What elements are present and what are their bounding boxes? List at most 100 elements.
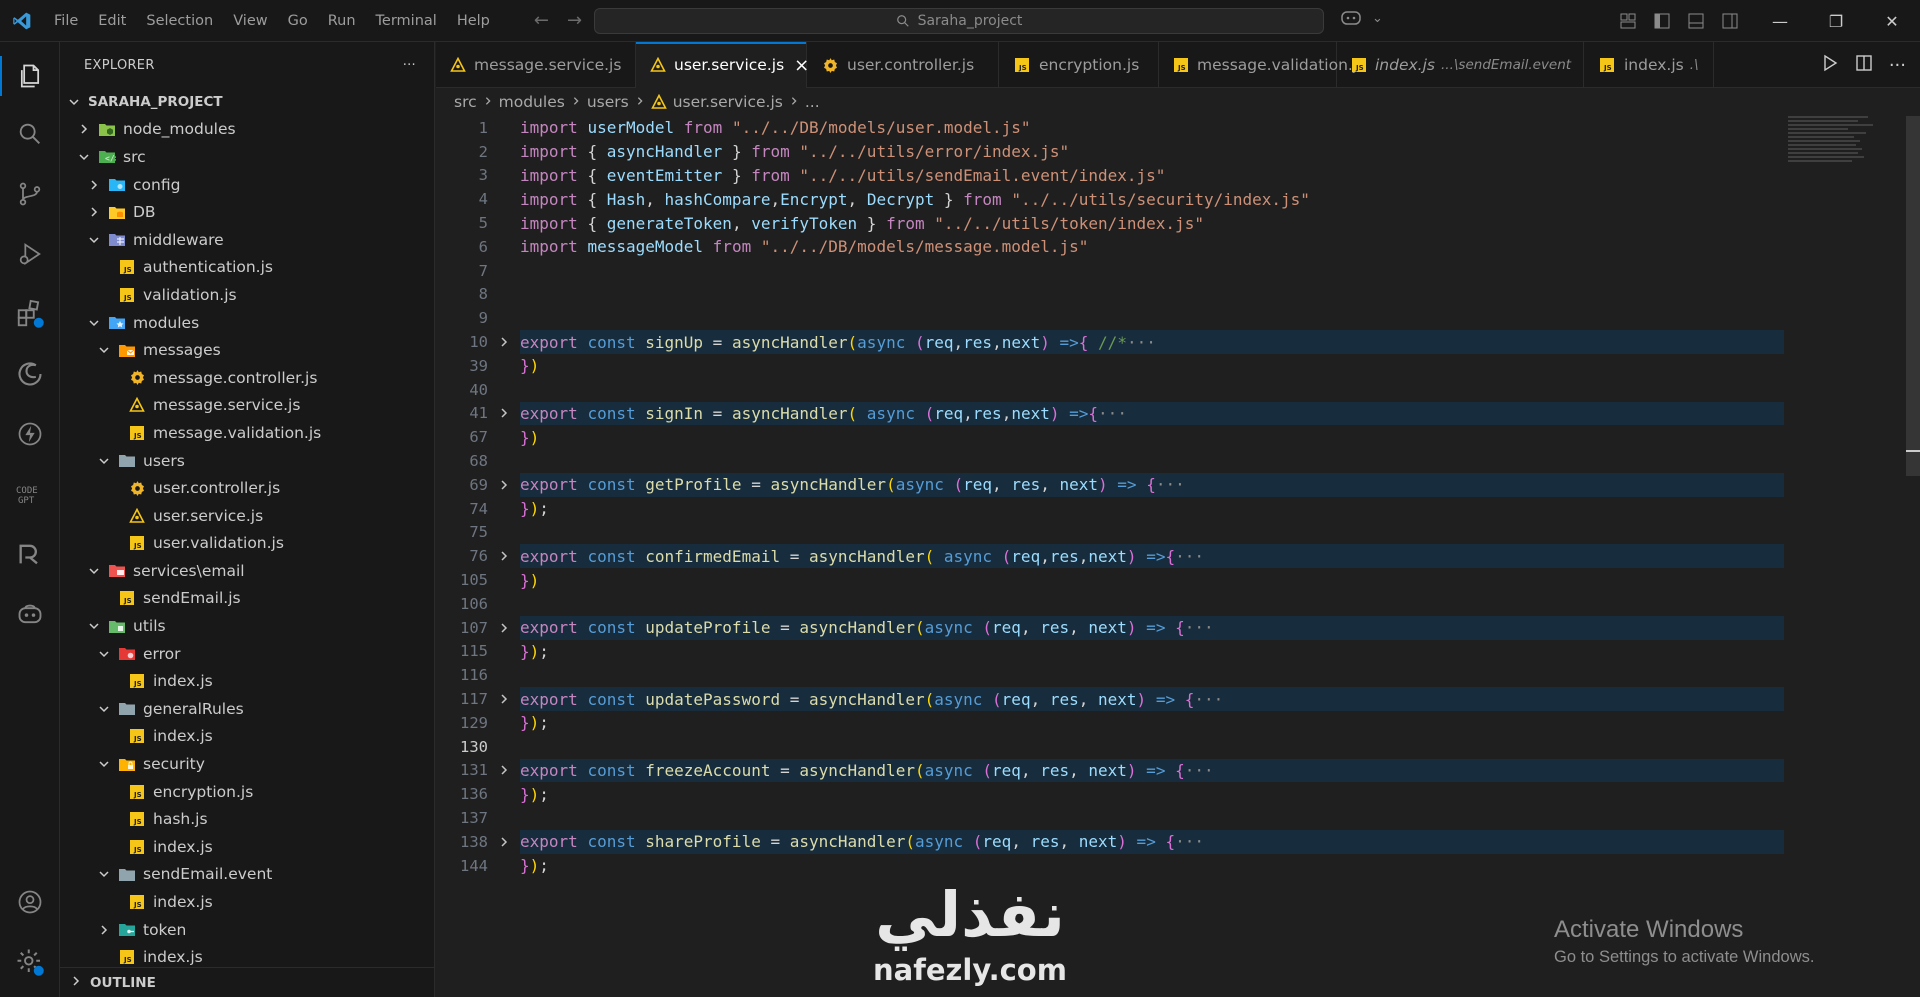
tree-item[interactable]: JS index.js — [60, 667, 435, 695]
extensions-icon[interactable] — [0, 286, 60, 342]
activate-subtitle: Go to Settings to activate Windows. — [1554, 948, 1815, 966]
tree-item[interactable]: user.service.js — [60, 502, 435, 530]
menu-terminal[interactable]: Terminal — [366, 0, 447, 42]
tree-item[interactable]: JS user.validation.js — [60, 530, 435, 558]
menu-view[interactable]: View — [223, 0, 277, 42]
menu-edit[interactable]: Edit — [88, 0, 136, 42]
menu-help[interactable]: Help — [447, 0, 500, 42]
source-control-icon[interactable] — [0, 166, 60, 222]
more-actions-icon[interactable]: ··· — [1889, 55, 1906, 76]
outline-section[interactable]: OUTLINE — [60, 967, 435, 997]
editor-tab[interactable]: JS encryption.js — [999, 42, 1159, 88]
tree-item[interactable]: token — [60, 916, 435, 944]
rapid-api-icon[interactable] — [0, 526, 60, 582]
tree-item[interactable]: JS index.js — [60, 723, 435, 751]
copilot-button[interactable]: ⌄ — [1340, 9, 1383, 27]
editor-tab[interactable]: user.service.js × — [636, 42, 809, 88]
code-token: => — [1136, 618, 1176, 638]
fold-chevron-right-icon[interactable] — [488, 764, 520, 776]
editor-tab[interactable]: JS message.validation.js — [1159, 42, 1365, 88]
fold-chevron-right-icon[interactable] — [488, 550, 520, 562]
minimize-icon[interactable]: — — [1752, 0, 1808, 42]
fold-chevron-right-icon[interactable] — [488, 622, 520, 634]
minimap[interactable] — [1788, 116, 1888, 196]
tree-item[interactable]: utils — [60, 612, 435, 640]
tree-item[interactable]: node_modules — [60, 116, 435, 144]
code-token: from — [963, 189, 1012, 209]
codegpt-icon[interactable]: CODE GPT — [0, 466, 60, 522]
tree-item[interactable]: security — [60, 750, 435, 778]
fold-chevron-right-icon[interactable] — [488, 407, 520, 419]
command-center-search[interactable]: Saraha_project — [594, 8, 1324, 34]
more-actions-icon[interactable]: ··· — [403, 58, 416, 73]
tree-item[interactable]: JS encryption.js — [60, 778, 435, 806]
tree-item[interactable]: messages — [60, 336, 435, 364]
tree-item[interactable]: sendEmail.event — [60, 861, 435, 889]
code-editor[interactable]: 1 import userModel from "../../DB/models/… — [436, 116, 1920, 878]
edge-devtools-icon[interactable] — [0, 346, 60, 402]
tree-item[interactable]: JS index.js — [60, 888, 435, 916]
tree-item[interactable]: message.service.js — [60, 392, 435, 420]
tree-item[interactable]: DB — [60, 198, 435, 226]
tree-item[interactable]: modules — [60, 309, 435, 337]
tree-item[interactable]: </> src — [60, 143, 435, 171]
editor-tab[interactable]: user.controller.js — [807, 42, 999, 88]
tree-item[interactable]: middleware — [60, 226, 435, 254]
breadcrumb-item[interactable]: users — [587, 93, 629, 111]
fold-chevron-right-icon[interactable] — [488, 693, 520, 705]
run-debug-icon[interactable] — [0, 226, 60, 282]
breadcrumb-item[interactable]: src — [454, 93, 477, 111]
manage-gear-icon[interactable] — [0, 934, 60, 990]
fold-chevron-right-icon[interactable] — [488, 479, 520, 491]
scrollbar-thumb[interactable] — [1906, 116, 1920, 476]
tree-item[interactable]: JS validation.js — [60, 281, 435, 309]
line-number: 106 — [460, 594, 488, 613]
thunder-client-icon[interactable] — [0, 406, 60, 462]
tree-item[interactable]: user.controller.js — [60, 474, 435, 502]
tree-item[interactable]: services\email — [60, 557, 435, 585]
copilot-chat-icon[interactable] — [0, 586, 60, 642]
editor-tab[interactable]: JS index.js .\ — [1584, 42, 1714, 88]
chevron-down-icon[interactable]: ⌄ — [1372, 11, 1383, 26]
tree-item[interactable]: message.controller.js — [60, 364, 435, 392]
toggle-secondary-sidebar-icon[interactable] — [1720, 11, 1740, 31]
vertical-scrollbar[interactable] — [1906, 116, 1920, 997]
fold-chevron-right-icon[interactable] — [488, 836, 520, 848]
tree-item[interactable]: error — [60, 640, 435, 668]
tree-item[interactable]: JS hash.js — [60, 805, 435, 833]
editor-tab[interactable]: JS index.js ...\sendEmail.event — [1337, 42, 1584, 88]
toggle-panel-icon[interactable] — [1686, 11, 1706, 31]
breadcrumb-item[interactable]: modules — [499, 93, 565, 111]
tree-item[interactable]: users — [60, 447, 435, 475]
toggle-primary-sidebar-icon[interactable] — [1652, 11, 1672, 31]
accounts-icon[interactable] — [0, 874, 60, 930]
customize-layout-icon[interactable] — [1618, 11, 1638, 31]
fold-chevron-right-icon[interactable] — [488, 336, 520, 348]
svg-text:JS: JS — [123, 597, 132, 605]
tree-item[interactable]: JS index.js — [60, 833, 435, 861]
tree-item[interactable]: JS authentication.js — [60, 254, 435, 282]
menu-go[interactable]: Go — [278, 0, 318, 42]
close-window-icon[interactable]: ✕ — [1864, 0, 1920, 42]
breadcrumb-item[interactable]: user.service.js — [673, 93, 783, 111]
breadcrumb-item[interactable]: ... — [805, 93, 820, 111]
menu-selection[interactable]: Selection — [136, 0, 223, 42]
project-root[interactable]: SARAHA_PROJECT — [60, 88, 435, 116]
menu-file[interactable]: File — [44, 0, 88, 42]
editor-tab[interactable]: message.service.js — [436, 42, 636, 88]
explorer-icon[interactable] — [0, 48, 60, 104]
restore-icon[interactable]: ❐ — [1808, 0, 1864, 42]
menu-run[interactable]: Run — [318, 0, 366, 42]
run-icon[interactable] — [1821, 54, 1839, 77]
forward-arrow-icon[interactable]: → — [567, 10, 582, 31]
tree-item[interactable]: config — [60, 171, 435, 199]
tree-item[interactable]: generalRules — [60, 695, 435, 723]
tree-item[interactable]: JS message.validation.js — [60, 419, 435, 447]
split-editor-icon[interactable] — [1855, 54, 1873, 77]
back-arrow-icon[interactable]: ← — [534, 10, 549, 31]
tree-item-label: index.js — [153, 672, 213, 691]
code-token: => — [1049, 332, 1079, 352]
search-view-icon[interactable] — [0, 106, 60, 162]
tree-item[interactable]: JS sendEmail.js — [60, 585, 435, 613]
code-token: next — [1088, 546, 1127, 566]
